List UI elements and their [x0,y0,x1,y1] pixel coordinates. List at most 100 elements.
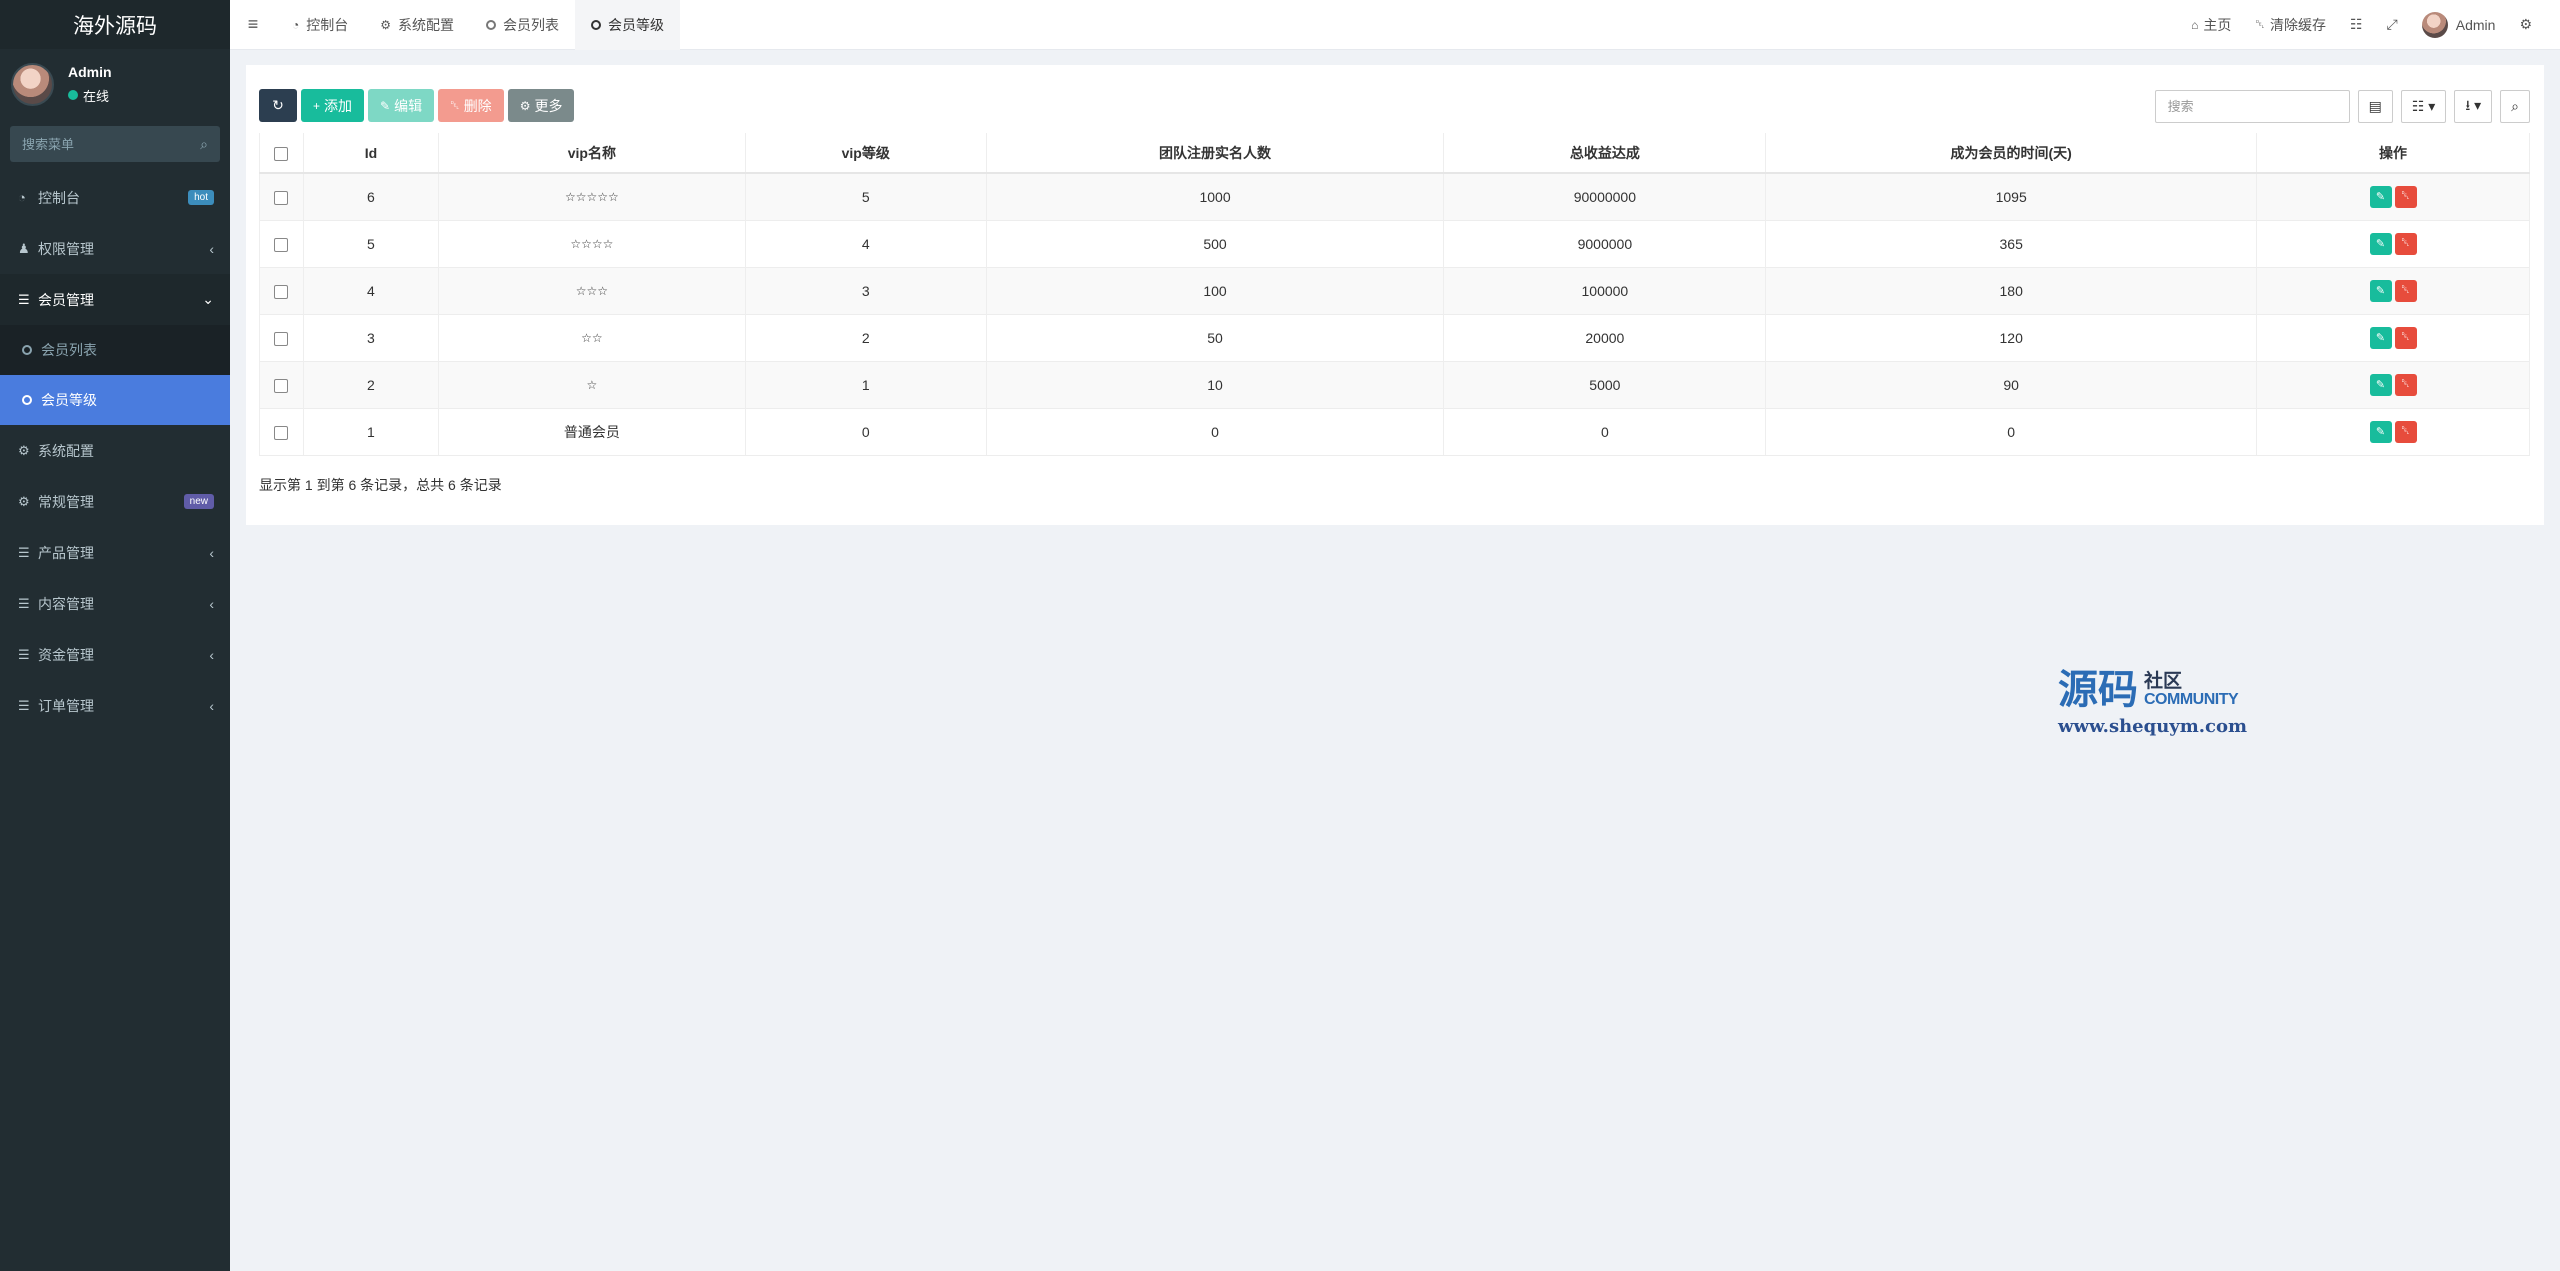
cell-total-income: 100000 [1443,266,1766,314]
table-row[interactable]: 5 ☆☆☆☆ 4 500 9000000 365 ✎ ␡ [259,219,2530,267]
cell-vip-level: 3 [744,266,987,314]
column-header[interactable]: Id [302,133,439,174]
row-edit-button[interactable]: ✎ [2369,420,2392,443]
cell-member-days: 365 [1765,219,2257,267]
sidebar-item-label: 订单管理 [38,697,94,714]
sidebar-item-orders[interactable]: ☰ 订单管理 ‹ [0,680,230,731]
plus-icon: + [313,98,321,113]
home-link[interactable]: ⌂ 主页 [2179,0,2243,50]
menu-search-input[interactable] [22,136,182,152]
column-header[interactable]: 成为会员的时间(天) [1765,133,2257,174]
row-edit-button[interactable]: ✎ [2369,373,2392,396]
sidebar-item-label: 权限管理 [38,240,94,257]
toggle-view-button[interactable]: ▤ [2357,90,2393,123]
tab-member-level[interactable]: 会员等级 [575,0,681,50]
watermark-subtitle: 社区 [2144,671,2183,692]
row-checkbox[interactable] [274,378,289,393]
row-delete-button[interactable]: ␡ [2394,373,2417,396]
row-checkbox[interactable] [274,284,289,299]
more-button[interactable]: ⚙ 更多 [507,89,575,122]
refresh-button[interactable]: ↻ [259,89,297,122]
row-edit-button[interactable]: ✎ [2369,232,2392,255]
select-all-checkbox[interactable] [274,146,289,161]
sidebar-item-content[interactable]: ☰ 内容管理 ‹ [0,578,230,629]
user-status-label: 在线 [83,88,110,104]
edit-button[interactable]: ✎ 编辑 [368,89,435,122]
sidebar-item-members[interactable]: ☰ 会员管理 ⌄ [0,274,230,325]
sidebar-subitem-member-list[interactable]: 会员列表 [0,325,230,375]
pencil-icon: ✎ [2375,285,2386,297]
table-search-input[interactable] [2154,90,2350,123]
dashboard-icon: ◔ [18,190,26,205]
cell-team-count: 100 [985,266,1444,314]
sidebar-item-products[interactable]: ☰ 产品管理 ‹ [0,527,230,578]
cell-team-count: 10 [985,360,1444,408]
tab-dashboard[interactable]: ◔ 控制台 [276,0,364,50]
cell-vip-level: 5 [744,172,987,220]
table-row[interactable]: 2 ☆ 1 10 5000 90 ✎ ␡ [259,360,2530,408]
row-delete-button[interactable]: ␡ [2394,232,2417,255]
language-button[interactable]: ☷ [2338,0,2375,50]
dashboard-icon: ◔ [292,17,300,32]
chevron-left-icon: ‹ [209,595,214,612]
table-row[interactable]: 1 普通会员 0 0 0 0 ✎ ␡ [259,407,2530,456]
row-edit-button[interactable]: ✎ [2369,326,2392,349]
sidebar-item-label: 常规管理 [38,493,94,510]
sidebar-item-funds[interactable]: ☰ 资金管理 ‹ [0,629,230,680]
row-edit-button[interactable]: ✎ [2369,185,2392,208]
tab-label: 会员列表 [503,16,560,33]
sidebar-subitem-member-level[interactable]: 会员等级 [0,375,230,425]
members-submenu: 会员列表 会员等级 [0,325,230,425]
columns-button[interactable]: ☷ ▾ [2400,90,2447,123]
user-menu[interactable]: Admin [2410,0,2508,50]
trash-icon: ␡ [450,98,460,112]
cell-vip-name: ☆ [437,360,746,408]
add-button[interactable]: + 添加 [301,89,365,122]
row-edit-button[interactable]: ✎ [2369,279,2392,302]
column-header[interactable]: vip等级 [744,133,987,174]
row-select-cell [259,360,304,408]
cell-vip-name: ☆☆☆☆ [437,219,746,267]
pagination-summary: 显示第 1 到第 6 条记录，总共 6 条记录 [259,477,502,493]
row-delete-button[interactable]: ␡ [2394,420,2417,443]
advanced-search-button[interactable]: ⌕ [2500,90,2530,123]
column-header[interactable]: vip名称 [437,133,746,174]
table-row[interactable]: 6 ☆☆☆☆☆ 5 1000 90000000 1095 ✎ ␡ [259,172,2530,220]
table-row[interactable]: 3 ☆☆ 2 50 20000 120 ✎ ␡ [259,313,2530,361]
sidebar-toggle-icon[interactable]: ≡ [230,0,276,50]
delete-button[interactable]: ␡ 删除 [438,89,504,122]
online-dot-icon [68,90,78,100]
table-row[interactable]: 4 ☆☆☆ 3 100 100000 180 ✎ ␡ [259,266,2530,314]
row-delete-button[interactable]: ␡ [2394,279,2417,302]
app-logo[interactable]: 海外源码 [0,0,230,49]
sidebar-item-system-config[interactable]: ⚙ 系统配置 [0,425,230,476]
top-header: ≡ ◔ 控制台 ⚙ 系统配置 会员列表 会员等级 ⌂ 主页 ␡ 清除缓存 ☷ ⤢… [230,0,2560,50]
pencil-icon: ✎ [2375,238,2386,250]
sidebar-item-general[interactable]: ⚙ 常规管理 new [0,476,230,527]
tab-member-list[interactable]: 会员列表 [470,0,575,50]
row-checkbox[interactable] [274,331,289,346]
cell-team-count: 1000 [985,172,1444,220]
search-icon[interactable]: ⌕ [200,136,208,153]
fullscreen-button[interactable]: ⤢ [2375,0,2410,50]
watermark-logo: 源码 社区 COMMUNITY www.shequym.com [2058,668,2258,737]
tab-system-config[interactable]: ⚙ 系统配置 [364,0,470,50]
tab-label: 会员等级 [608,16,665,33]
row-checkbox[interactable] [274,425,289,440]
row-delete-button[interactable]: ␡ [2394,185,2417,208]
column-header[interactable]: 总收益达成 [1443,133,1766,174]
clear-cache-button[interactable]: ␡ 清除缓存 [2243,0,2338,50]
sidebar-item-permissions[interactable]: ♟ 权限管理 ‹ [0,223,230,274]
avatar [11,62,54,106]
circle-icon [486,19,497,30]
row-delete-button[interactable]: ␡ [2394,326,2417,349]
sidebar-item-label: 产品管理 [38,544,94,561]
translate-icon: ☷ [2349,16,2363,32]
settings-button[interactable]: ⚙ [2507,0,2544,50]
row-checkbox[interactable] [274,190,289,205]
cell-total-income: 9000000 [1443,219,1766,267]
export-button[interactable]: ⭳ ▾ [2454,90,2493,123]
row-checkbox[interactable] [274,237,289,252]
column-header[interactable]: 团队注册实名人数 [985,133,1444,174]
sidebar-item-dashboard[interactable]: ◔ 控制台 hot [0,172,230,223]
